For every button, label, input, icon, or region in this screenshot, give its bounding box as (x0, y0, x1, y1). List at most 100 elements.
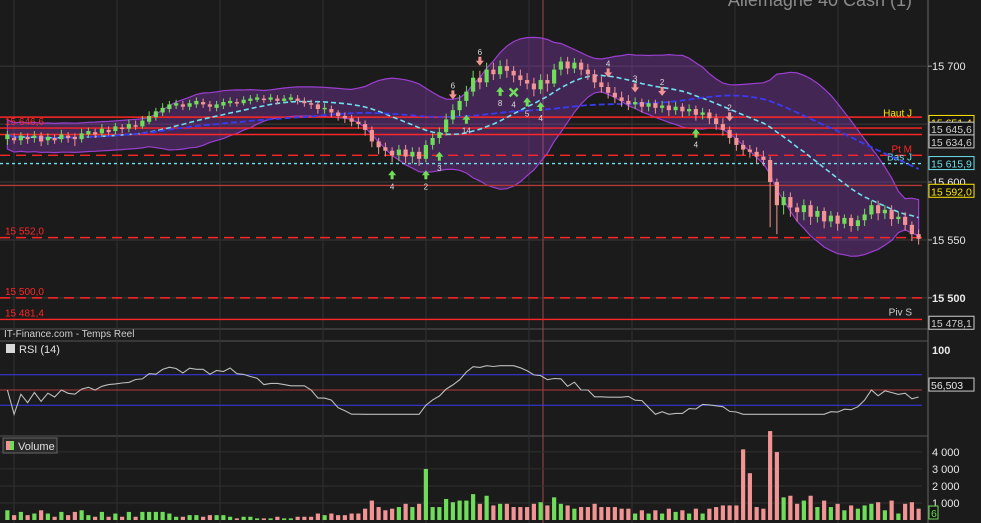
candle-body (437, 132, 442, 138)
candle-body (396, 149, 401, 156)
candle-body (626, 100, 631, 105)
volume-bar (828, 507, 833, 520)
volume-bar (916, 508, 921, 520)
price-tag: 15 615,9 (931, 159, 972, 171)
candle-body (356, 121, 361, 125)
candle-body (423, 144, 428, 159)
candle-body (788, 197, 793, 208)
candle-body (349, 118, 354, 122)
volume-value: 6 (931, 508, 937, 520)
volume-bar (612, 507, 617, 520)
candle-body (268, 97, 273, 100)
volume-bar (585, 507, 590, 520)
rsi-value: 56,503 (931, 380, 963, 392)
volume-bar (525, 507, 530, 520)
candle-body (18, 135, 23, 141)
candle-body (700, 112, 705, 115)
candle-body (66, 135, 71, 138)
candle-body (241, 99, 246, 104)
volume-bar (410, 507, 415, 520)
rsi-axis-label: 100 (932, 345, 950, 357)
candle-body (903, 216, 908, 225)
volume-bar (450, 502, 455, 520)
volume-bar (403, 503, 408, 520)
volume-bar (79, 510, 84, 520)
candle-body (336, 112, 341, 116)
volume-bar (909, 502, 914, 520)
volume-bar (720, 505, 725, 520)
candle-body (531, 83, 536, 90)
volume-bar (288, 518, 293, 520)
candle-body (579, 62, 584, 70)
volume-bar (106, 516, 111, 520)
candle-body (714, 118, 719, 125)
volume-bar (653, 510, 658, 520)
candle-body (309, 103, 314, 105)
axis-tick-label: 15 500 (932, 293, 966, 305)
price-tag: 15 645,6 (931, 124, 972, 136)
candle-body (444, 119, 449, 133)
candle-body (511, 70, 516, 76)
volume-bar (282, 518, 287, 520)
candle-body (889, 209, 894, 220)
volume-bar (329, 513, 334, 520)
volume-bar (383, 510, 388, 520)
volume-bar (234, 518, 239, 520)
volume-legend: Volume (18, 441, 55, 453)
candle-body (450, 110, 455, 120)
volume-bar (457, 500, 462, 520)
volume-bar (552, 497, 557, 520)
volume-bar (680, 510, 685, 520)
volume-bar (545, 505, 550, 520)
rsi-legend: RSI (14) (19, 344, 60, 356)
candle-body (876, 205, 881, 214)
candle-body (477, 77, 482, 83)
signal-label: 2 (660, 78, 665, 87)
candle-body (680, 106, 685, 112)
candle-body (45, 136, 50, 141)
volume-bar (194, 515, 199, 520)
volume-bar (241, 516, 246, 520)
volume-bar (633, 513, 638, 520)
volume-bar (363, 508, 368, 520)
candle-body (140, 120, 145, 127)
volume-bar (302, 516, 307, 520)
volume-bar (876, 502, 881, 520)
volume-bar (471, 494, 476, 520)
candle-body (693, 109, 698, 115)
volume-bar (167, 513, 172, 520)
volume-bar (788, 495, 793, 520)
volume-bar (538, 502, 543, 520)
candle-body (727, 129, 732, 138)
candle-body (822, 210, 827, 222)
candle-body (93, 132, 98, 135)
volume-bar (59, 511, 64, 520)
volume-bar (228, 516, 233, 520)
signal-label: 4 (694, 141, 699, 150)
volume-bar (444, 498, 449, 520)
volume-legend-swatch-up (10, 441, 14, 450)
candle-body (72, 136, 77, 140)
signal-label: 3 (633, 74, 638, 83)
volume-axis-label: 2 000 (932, 481, 960, 493)
candle-body (525, 80, 530, 84)
candle-body (585, 69, 590, 75)
price-tag: 15 634,6 (931, 137, 972, 149)
signal-label: 8 (498, 99, 503, 108)
volume-bar (72, 511, 77, 520)
candle-body (187, 103, 192, 107)
candle-body (383, 147, 388, 151)
candle-body (255, 97, 260, 100)
volume-bar (592, 503, 597, 520)
candle-body (322, 107, 327, 110)
candle-body (491, 69, 496, 75)
chart[interactable]: 15 646,6Pt MBas J15 552,015 500,015 481,… (0, 0, 981, 523)
candle-body (673, 106, 678, 111)
candle-body (86, 131, 91, 135)
volume-bar (849, 505, 854, 520)
volume-bar (896, 513, 901, 520)
volume-bar (133, 516, 138, 520)
candle-body (808, 205, 813, 217)
signal-label: 5 (525, 109, 530, 118)
candle-body (504, 66, 509, 71)
